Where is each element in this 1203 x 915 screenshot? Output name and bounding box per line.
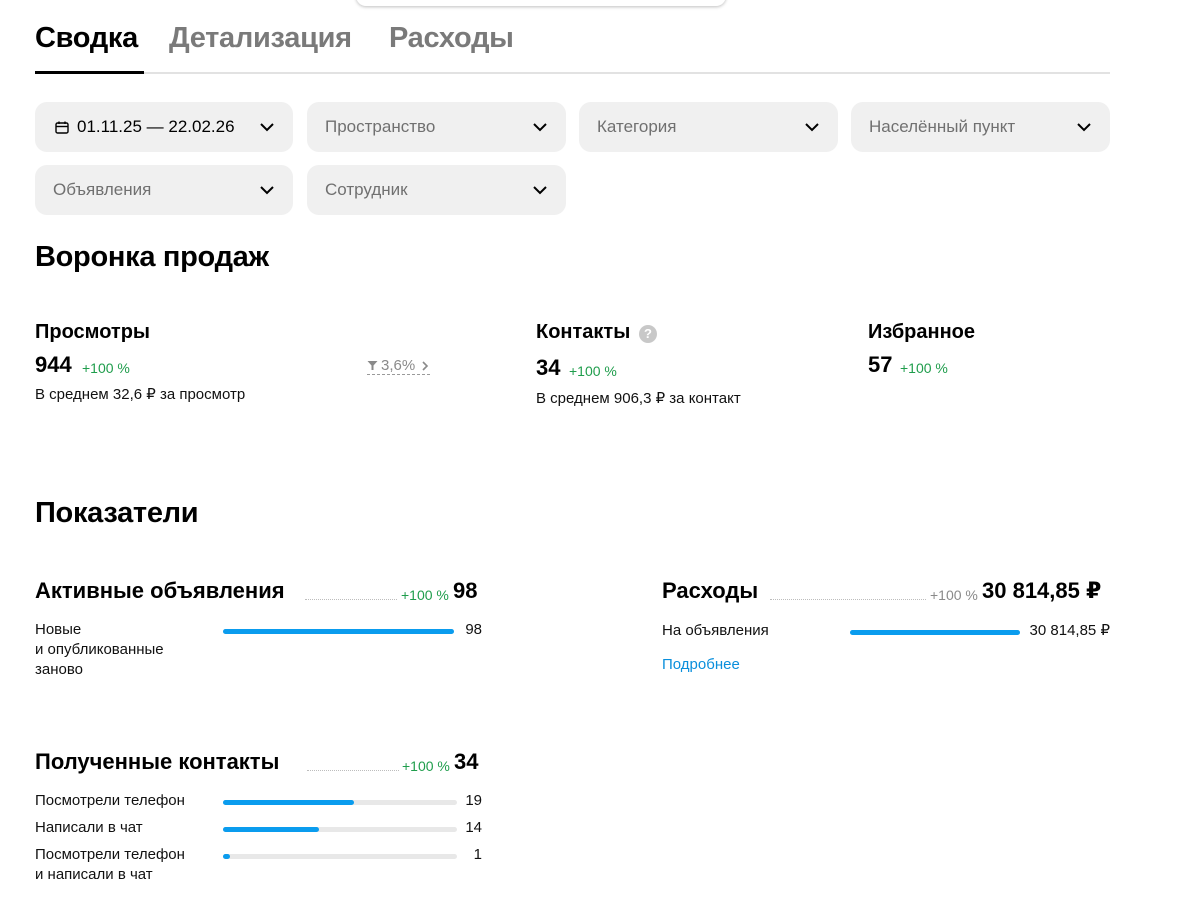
contacts-delta: +100 % bbox=[569, 363, 617, 379]
employee-filter-label: Сотрудник bbox=[325, 180, 408, 199]
space-filter-label: Пространство bbox=[325, 117, 436, 136]
received-contacts-title: Полученные контакты bbox=[35, 749, 280, 774]
contacts-row-value: 14 bbox=[465, 819, 482, 836]
funnel-heading: Воронка продаж bbox=[35, 241, 269, 273]
active-listings-title: Активные объявления bbox=[35, 578, 285, 603]
expenses-title: Расходы bbox=[662, 578, 759, 603]
bar-fill bbox=[223, 800, 355, 805]
expenses-row-value: 30 814,85 ₽ bbox=[1029, 622, 1110, 639]
phone-and-chat-bar bbox=[223, 854, 457, 859]
calendar-icon bbox=[55, 121, 69, 134]
chevron-down-icon bbox=[805, 123, 819, 132]
views-value: 944 bbox=[35, 352, 72, 377]
expenses-row-label: На объявления bbox=[662, 622, 769, 639]
contacts-row-label: Посмотрели телефон и написали в чат bbox=[35, 846, 185, 883]
contacts-row-label: Посмотрели телефон bbox=[35, 792, 185, 809]
views-delta: +100 % bbox=[82, 360, 130, 376]
tab-expenses[interactable]: Расходы bbox=[389, 22, 514, 55]
favorites-value: 57 bbox=[868, 352, 893, 377]
date-range-value: 01.11.25 — 22.02.26 bbox=[77, 117, 235, 136]
active-listings-row-value: 98 bbox=[465, 621, 482, 638]
active-listings-row-label: Новые и опубликованные заново bbox=[35, 621, 164, 678]
phone-views-bar bbox=[223, 800, 457, 805]
chevron-down-icon bbox=[533, 123, 547, 132]
active-tab-indicator bbox=[35, 71, 144, 74]
contacts-row-value: 19 bbox=[465, 792, 482, 809]
views-title: Просмотры bbox=[35, 321, 151, 343]
views-average: В среднем 32,6 ₽ за просмотр bbox=[35, 386, 246, 403]
date-range-filter[interactable]: 01.11.25 — 22.02.26 bbox=[35, 102, 293, 152]
listings-filter[interactable]: Объявления bbox=[35, 165, 293, 215]
popover-edge bbox=[356, 0, 726, 6]
tab-details[interactable]: Детализация bbox=[169, 22, 352, 55]
bar-fill bbox=[223, 854, 231, 859]
tab-summary[interactable]: Сводка bbox=[35, 22, 138, 55]
chevron-down-icon bbox=[533, 186, 547, 195]
chevron-down-icon bbox=[1077, 123, 1091, 132]
chevron-down-icon bbox=[260, 186, 274, 195]
tabs-divider bbox=[35, 72, 1110, 74]
contacts-row-value: 1 bbox=[473, 846, 482, 863]
contacts-value: 34 bbox=[536, 355, 561, 380]
category-filter-label: Категория bbox=[597, 117, 677, 136]
chat-messages-bar bbox=[223, 827, 457, 832]
locality-filter[interactable]: Населённый пункт bbox=[851, 102, 1110, 152]
help-icon[interactable]: ? bbox=[639, 325, 657, 343]
expenses-total: 30 814,85 ₽ bbox=[982, 578, 1102, 603]
dotted-leader bbox=[305, 599, 397, 600]
space-filter[interactable]: Пространство bbox=[307, 102, 566, 152]
conversion-value: 3,6% bbox=[381, 357, 416, 374]
bar-fill bbox=[850, 630, 1020, 635]
contacts-title: Контакты bbox=[536, 321, 631, 343]
expenses-bar bbox=[850, 630, 1020, 635]
dotted-leader bbox=[770, 599, 926, 600]
locality-filter-label: Населённый пункт bbox=[869, 117, 1016, 136]
dotted-leader bbox=[307, 770, 399, 771]
received-contacts-total: 34 bbox=[454, 749, 479, 774]
received-contacts-delta: +100 % bbox=[402, 758, 450, 774]
favorites-delta: +100 % bbox=[900, 360, 948, 376]
active-listings-total: 98 bbox=[453, 578, 478, 603]
funnel-icon bbox=[367, 361, 378, 370]
bar-fill bbox=[223, 827, 319, 832]
contacts-row-label: Написали в чат bbox=[35, 819, 143, 836]
listings-filter-label: Объявления bbox=[53, 180, 152, 199]
expenses-delta: +100 % bbox=[930, 587, 978, 603]
expenses-more-link[interactable]: Подробнее bbox=[662, 656, 740, 673]
chevron-right-icon bbox=[422, 360, 429, 371]
views-to-contacts-conversion[interactable]: 3,6% bbox=[367, 357, 431, 375]
contacts-average: В среднем 906,3 ₽ за контакт bbox=[536, 390, 741, 407]
chevron-down-icon bbox=[260, 123, 274, 132]
active-listings-delta: +100 % bbox=[401, 587, 449, 603]
indicators-heading: Показатели bbox=[35, 497, 199, 529]
employee-filter[interactable]: Сотрудник bbox=[307, 165, 566, 215]
favorites-title: Избранное bbox=[868, 321, 976, 343]
category-filter[interactable]: Категория bbox=[579, 102, 838, 152]
